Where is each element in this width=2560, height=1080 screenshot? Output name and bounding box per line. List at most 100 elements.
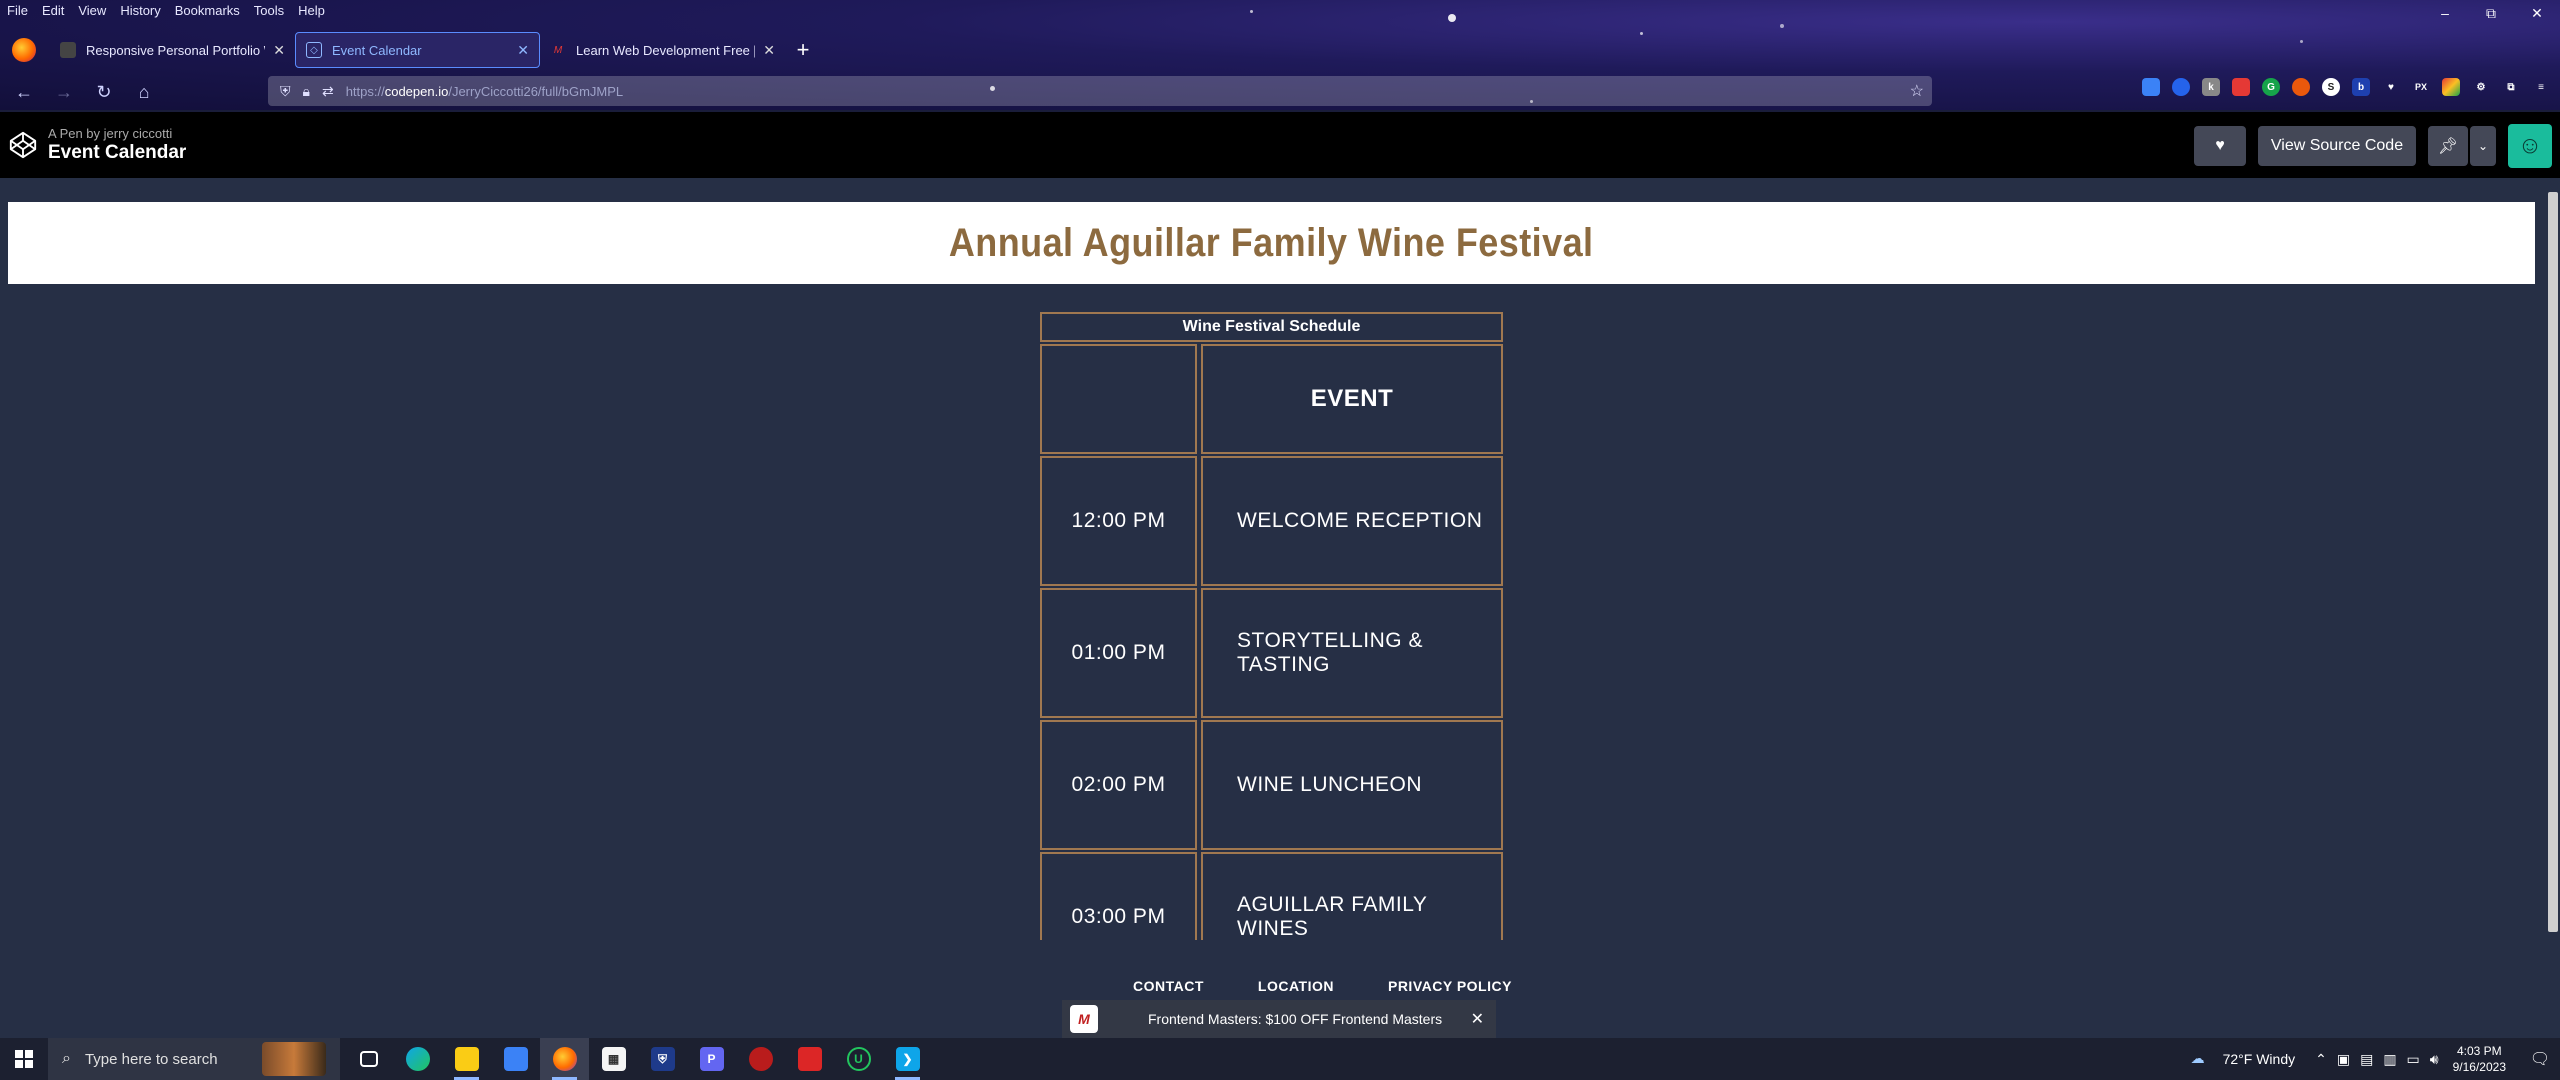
view-source-button[interactable]: View Source Code	[2258, 126, 2416, 166]
edge-icon[interactable]	[393, 1038, 442, 1080]
network-icon[interactable]: ▭	[2407, 1051, 2420, 1068]
event-cell: WELCOME RECEPTION	[1201, 456, 1503, 586]
close-ad-icon[interactable]: ✕	[1471, 1009, 1484, 1029]
footer-link-privacy[interactable]: PRIVACY POLICY	[1388, 978, 1512, 994]
red-app-icon[interactable]	[736, 1038, 785, 1080]
pin-button[interactable]: 📌︎	[2428, 126, 2468, 166]
pen-author[interactable]: A Pen by jerry ciccotti	[48, 126, 186, 141]
extension-k-icon[interactable]: k	[2202, 78, 2220, 96]
tray-app-icon[interactable]: ▤	[2360, 1051, 2373, 1068]
settings-ext-icon[interactable]: ⚙	[2472, 78, 2490, 96]
pen-title: Event Calendar	[48, 142, 187, 163]
windows-start-icon[interactable]	[0, 1038, 48, 1080]
px-ext-icon[interactable]: PX	[2412, 78, 2430, 96]
menu-edit[interactable]: Edit	[35, 3, 71, 18]
url-bar[interactable]: ⛨ 🔒︎ ⇄ https:// codepen.io /JerryCiccott…	[268, 76, 1932, 106]
vscode-icon[interactable]: ❯	[883, 1038, 932, 1080]
tab-event-calendar[interactable]: ◇ Event Calendar ✕	[295, 32, 540, 68]
home-icon[interactable]: ⌂	[128, 76, 160, 108]
close-tab-icon[interactable]: ✕	[763, 42, 775, 59]
upwork-icon[interactable]: U	[834, 1038, 883, 1080]
frontend-masters-ad[interactable]: M Frontend Masters: $100 OFF Frontend Ma…	[1062, 1000, 1496, 1038]
close-window-button[interactable]: ✕	[2514, 0, 2560, 26]
bing-icon[interactable]: b	[2352, 78, 2370, 96]
minimize-button[interactable]: –	[2422, 0, 2468, 26]
festival-banner: Annual Aguillar Family Wine Festival	[8, 202, 2535, 284]
menu-file[interactable]: File	[0, 3, 35, 18]
menu-bar: File Edit View History Bookmarks Tools H…	[0, 0, 332, 20]
background-star	[1448, 14, 1456, 22]
extensions-puzzle-icon[interactable]: ⧉	[2502, 78, 2520, 96]
menu-history[interactable]: History	[113, 3, 167, 18]
pdf-ext-icon[interactable]	[2232, 78, 2250, 96]
avatar[interactable]: ☺	[2508, 124, 2552, 168]
event-cell: WINE LUNCHEON	[1201, 720, 1503, 850]
p-app-icon[interactable]: P	[687, 1038, 736, 1080]
task-view-icon[interactable]	[344, 1038, 393, 1080]
search-icon: ⌕	[62, 1050, 71, 1067]
page-scrollbar[interactable]	[2546, 178, 2560, 1038]
search-placeholder: Type here to search	[84, 1050, 218, 1068]
color-ext-icon[interactable]	[2442, 78, 2460, 96]
tab-title: Event Calendar	[332, 42, 422, 58]
mail-icon[interactable]	[491, 1038, 540, 1080]
back-icon[interactable]: ←	[8, 76, 40, 108]
menu-help[interactable]: Help	[291, 3, 332, 18]
firefox-taskbar-icon[interactable]	[540, 1038, 589, 1080]
heart-ext-icon[interactable]: ♥	[2382, 78, 2400, 96]
menu-bookmarks[interactable]: Bookmarks	[168, 3, 247, 18]
nav-bar: ← → ↻ ⌂ ⛨ 🔒︎ ⇄ https:// codepen.io /Jerr…	[0, 72, 2560, 110]
s-ext-icon[interactable]: S	[2322, 78, 2340, 96]
menu-tools[interactable]: Tools	[247, 3, 291, 18]
close-tab-icon[interactable]: ✕	[273, 42, 285, 59]
clock[interactable]: 4:03 PM 9/16/2023	[2453, 1043, 2506, 1075]
like-button[interactable]: ♥	[2194, 126, 2246, 166]
scrollbar-thumb[interactable]	[2548, 192, 2558, 932]
forward-icon[interactable]: →	[48, 76, 80, 108]
page-icon	[60, 42, 76, 58]
reload-icon[interactable]: ↻	[88, 76, 120, 108]
store-icon[interactable]: ▦	[589, 1038, 638, 1080]
time-cell: 02:00 PM	[1040, 720, 1197, 850]
new-tab-button[interactable]: +	[785, 32, 821, 68]
hamburger-menu-icon[interactable]: ≡	[2532, 78, 2550, 96]
restore-button[interactable]: ⧉	[2468, 0, 2514, 26]
permissions-icon[interactable]: ⇄	[322, 83, 334, 100]
menu-view[interactable]: View	[71, 3, 113, 18]
show-hidden-icons-icon[interactable]: ⌃	[2315, 1051, 2327, 1068]
firefox-icon[interactable]	[12, 38, 36, 62]
pocket-icon[interactable]	[2142, 78, 2160, 96]
weather-widget[interactable]: ☁ 72°F Windy	[2191, 1050, 2296, 1068]
weather-text: 72°F Windy	[2222, 1051, 2296, 1067]
notification-icon[interactable]: 🗨︎	[2520, 1049, 2560, 1069]
header-event-cell: EVENT	[1201, 344, 1503, 454]
bookmark-star-icon[interactable]: ☆	[1910, 81, 1924, 101]
frontend-masters-icon: M	[1070, 1005, 1098, 1033]
footer-link-location[interactable]: LOCATION	[1258, 978, 1334, 994]
taskbar-search[interactable]: ⌕ Type here to search	[48, 1038, 340, 1080]
file-explorer-icon[interactable]	[442, 1038, 491, 1080]
close-tab-icon[interactable]: ✕	[517, 42, 529, 59]
brave-ext-icon[interactable]	[2292, 78, 2310, 96]
clock-time: 4:03 PM	[2456, 1044, 2502, 1058]
tray-app-icon[interactable]: ▥	[2383, 1051, 2396, 1068]
codepen-header: A Pen by jerry ciccotti Event Calendar ♥…	[0, 112, 2560, 178]
tray-app-icon[interactable]: ▣	[2337, 1051, 2350, 1068]
shield-icon[interactable]: ⛨	[280, 83, 291, 100]
pen-preview: Annual Aguillar Family Wine Festival Win…	[0, 178, 2560, 1038]
lock-icon[interactable]: 🔒︎	[303, 83, 310, 100]
pin-dropdown-icon[interactable]: ⌄	[2470, 126, 2496, 166]
window-controls: – ⧉ ✕	[2422, 0, 2560, 26]
profile-ext-icon[interactable]	[2172, 78, 2190, 96]
table-header-row: EVENT	[1040, 344, 1503, 454]
footer-link-contact[interactable]: CONTACT	[1133, 978, 1204, 994]
ad-text[interactable]: Frontend Masters: $100 OFF Frontend Mast…	[1148, 1011, 1471, 1027]
volume-icon[interactable]: 🔊︎	[2430, 1051, 2439, 1068]
grammarly-icon[interactable]: G	[2262, 78, 2280, 96]
recorder-icon[interactable]	[785, 1038, 834, 1080]
time-cell: 12:00 PM	[1040, 456, 1197, 586]
tab-learn-web-dev[interactable]: M Learn Web Development Free [C ✕	[540, 32, 785, 68]
codepen-logo-icon[interactable]	[8, 130, 38, 160]
bitwarden-icon[interactable]: ⛨	[638, 1038, 687, 1080]
tab-portfolio[interactable]: Responsive Personal Portfolio Webs ✕	[50, 32, 295, 68]
